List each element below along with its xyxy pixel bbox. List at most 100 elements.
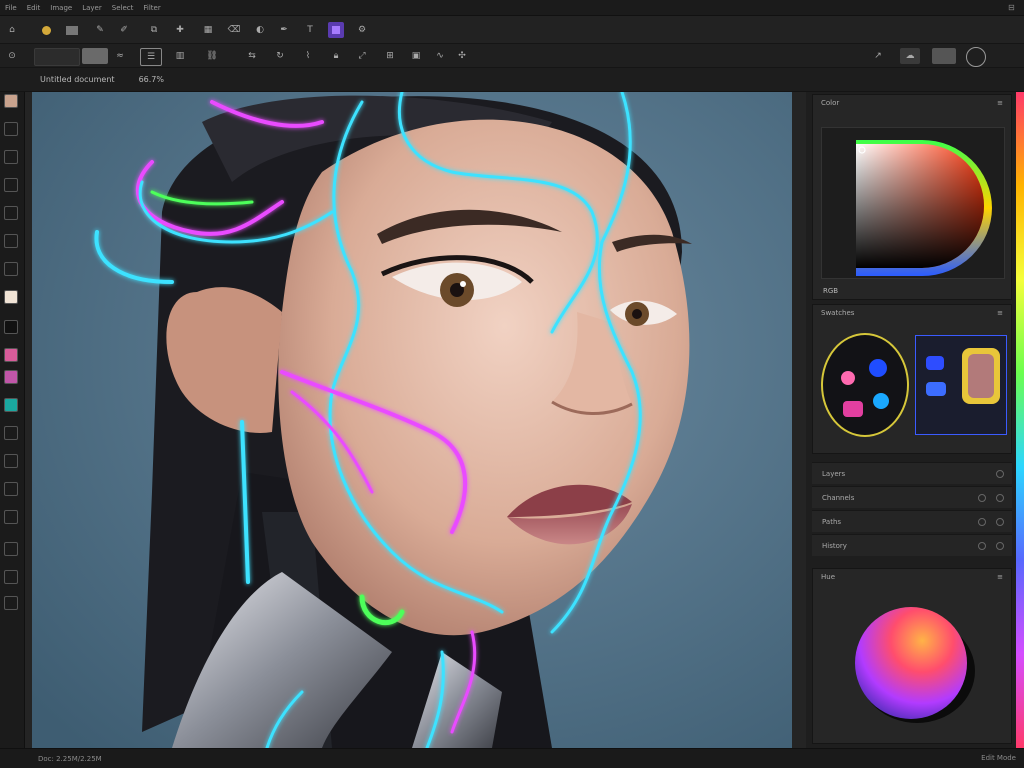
menu-layer[interactable]: Layer xyxy=(77,4,107,12)
panel-menu-icon[interactable]: ≡ xyxy=(997,309,1003,317)
profile-avatar[interactable] xyxy=(966,47,986,67)
hue-panel-title: Hue xyxy=(821,573,836,581)
brush-icon[interactable]: ✐ xyxy=(116,22,132,38)
document-tab[interactable]: Untitled document xyxy=(40,75,115,84)
menu-edit[interactable]: Edit xyxy=(22,4,46,12)
screen-mode-icon[interactable] xyxy=(4,596,18,610)
quick-mask-icon[interactable] xyxy=(4,570,18,584)
menu-image[interactable]: Image xyxy=(45,4,77,12)
healing-icon[interactable]: ✚ xyxy=(172,22,188,38)
dodge-icon[interactable]: ◐ xyxy=(252,22,268,38)
color-slider-strip[interactable] xyxy=(1016,92,1024,748)
magenta-swatch-icon[interactable] xyxy=(4,370,18,384)
toggle-dot-icon[interactable] xyxy=(996,470,1004,478)
align-icon[interactable]: ☰ xyxy=(140,48,162,66)
panel-row-label: Layers xyxy=(822,469,846,478)
panel-menu-icon[interactable]: ≡ xyxy=(997,573,1003,581)
crop-icon[interactable] xyxy=(4,178,18,192)
flip-icon[interactable]: ⇆ xyxy=(244,48,260,64)
rotate-icon[interactable]: ↻ xyxy=(272,48,288,64)
grid-icon[interactable] xyxy=(4,482,18,496)
toggle-dot-icon[interactable] xyxy=(996,542,1004,550)
visibility-dot-icon[interactable] xyxy=(978,542,986,550)
foreground-swatch-icon[interactable] xyxy=(4,290,18,304)
panel-menu-icon[interactable]: ≡ xyxy=(997,99,1003,107)
share-icon[interactable]: ↗ xyxy=(870,48,886,64)
teal-swatch-icon[interactable] xyxy=(4,398,18,412)
panel-row-paths[interactable]: Paths xyxy=(812,510,1012,532)
right-panel-dock: Color ≡ RGB Swatches ≡ Layers Channels P… xyxy=(806,92,1016,748)
open-file-icon[interactable] xyxy=(64,22,80,38)
frame-icon[interactable] xyxy=(4,206,18,220)
color-spectrum-picker[interactable] xyxy=(822,128,1004,278)
settings-icon[interactable]: ⚙ xyxy=(354,22,370,38)
transform-icon[interactable]: ⤢ xyxy=(354,48,370,64)
visibility-dot-icon[interactable] xyxy=(978,518,986,526)
menu-select[interactable]: Select xyxy=(107,4,139,12)
document-size-status: Doc: 2.25M/2.25M xyxy=(38,754,102,763)
pen-icon[interactable]: ✒ xyxy=(276,22,292,38)
portrait-artwork xyxy=(32,92,792,748)
edit-mode-status: Edit Mode xyxy=(981,754,1016,762)
tool-row-secondary: ⊙ ≈ ☰ ▥ ⛓ ⇆ ↻ ⌇ 🔒︎ ⤢ ⊞ ▣ ∿ ✣ ↗ ☁ xyxy=(0,44,1024,68)
hand-icon[interactable] xyxy=(4,426,18,440)
zoom-readout: 66.7% xyxy=(138,75,164,84)
mask-icon[interactable]: ▣ xyxy=(408,48,424,64)
lasso-icon[interactable] xyxy=(4,150,18,164)
grid-snap-icon[interactable]: ⊞ xyxy=(382,48,398,64)
wave-icon[interactable]: ∿ xyxy=(432,48,448,64)
pattern-icon[interactable]: ✣ xyxy=(454,48,470,64)
tool-row-primary: ⌂ ✎ ✐ ⧉ ✚ ▦ ⌫ ◐ ✒ T ⚙ xyxy=(0,16,1024,44)
gradient-icon[interactable]: ▦ xyxy=(200,22,216,38)
clone-icon[interactable]: ⧉ xyxy=(146,22,162,38)
color-field-frame xyxy=(821,127,1005,279)
brush-size-field[interactable] xyxy=(34,48,80,66)
warp-icon[interactable]: ⌇ xyxy=(300,48,316,64)
swatches-panel-title: Swatches xyxy=(821,309,855,317)
eraser-icon[interactable]: ⌫ xyxy=(226,22,242,38)
text-tool-icon[interactable] xyxy=(4,262,18,276)
panel-row-layers[interactable]: Layers xyxy=(812,462,1012,484)
status-bar: Doc: 2.25M/2.25M Edit Mode xyxy=(0,748,1024,768)
panel-row-label: History xyxy=(822,541,847,550)
preset-icon[interactable]: ⊙ xyxy=(4,48,20,64)
color-panel: Color ≡ RGB xyxy=(812,94,1012,300)
lock-icon[interactable]: 🔒︎ xyxy=(328,48,344,64)
canvas[interactable] xyxy=(32,92,792,748)
mode-icon[interactable]: ≈ xyxy=(112,48,128,64)
folder-icon[interactable] xyxy=(38,22,54,38)
text-icon[interactable]: T xyxy=(302,22,318,38)
panel-row-label: Paths xyxy=(822,517,842,526)
link-icon[interactable]: ⛓ xyxy=(204,48,220,64)
preview-thumbnail-left[interactable] xyxy=(821,333,909,437)
color-mode-label: RGB xyxy=(823,287,839,295)
zoom-icon[interactable] xyxy=(4,454,18,468)
panel-row-history[interactable]: History xyxy=(812,534,1012,556)
menu-filter[interactable]: Filter xyxy=(138,4,165,12)
document-tab-bar: Untitled document 66.7% xyxy=(0,68,1024,92)
window-control-icon[interactable]: ⊟ xyxy=(1008,3,1018,13)
layers-icon[interactable] xyxy=(4,510,18,524)
eyedropper-icon[interactable]: ✎ xyxy=(92,22,108,38)
home-icon[interactable]: ⌂ xyxy=(4,22,20,38)
slice-icon[interactable] xyxy=(4,234,18,248)
toggle-dot-icon[interactable] xyxy=(996,494,1004,502)
menu-file[interactable]: File xyxy=(0,4,22,12)
mask-mode-icon[interactable] xyxy=(4,542,18,556)
toggle-dot-icon[interactable] xyxy=(996,518,1004,526)
shape-icon[interactable] xyxy=(328,22,344,38)
color-panel-title: Color xyxy=(821,99,840,107)
background-swatch-icon[interactable] xyxy=(4,320,18,334)
view-toggle-icon[interactable] xyxy=(932,48,956,64)
hue-panel: Hue ≡ xyxy=(812,568,1012,744)
pink-swatch-icon[interactable] xyxy=(4,348,18,362)
visibility-dot-icon[interactable] xyxy=(978,494,986,502)
distribute-icon[interactable]: ▥ xyxy=(172,48,188,64)
marquee-icon[interactable] xyxy=(4,122,18,136)
brush-preview-swatch[interactable] xyxy=(82,48,108,64)
preview-thumbnail-right[interactable] xyxy=(915,335,1007,435)
panel-row-channels[interactable]: Channels xyxy=(812,486,1012,508)
cloud-icon[interactable]: ☁ xyxy=(900,48,920,64)
move-icon[interactable] xyxy=(4,94,18,108)
hue-wheel[interactable] xyxy=(813,587,1011,743)
